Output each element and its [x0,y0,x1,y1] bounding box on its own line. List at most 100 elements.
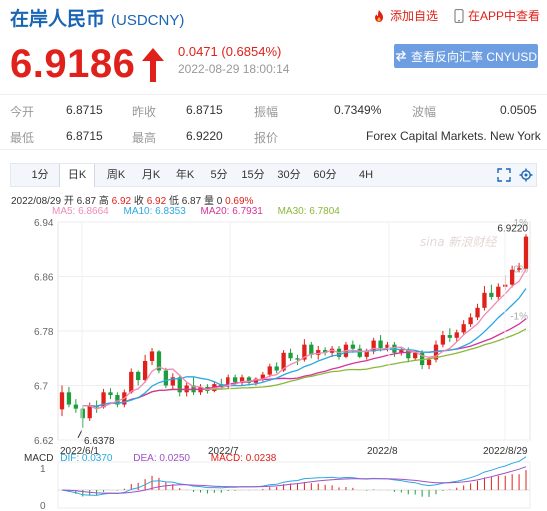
candle-body [447,335,452,338]
tab-60min[interactable]: 60分 [309,164,341,186]
quote-panel: 6.9186 0.0471 (0.6854%) 2022-08-29 18:00… [0,34,547,90]
period-tabs: 1分 日K 周K 月K 年K 5分 15分 30分 60分 4H [10,163,537,187]
min-price-pointer [77,429,83,439]
x-tick-label: 2022/8/29 [483,446,528,457]
view-in-app-button[interactable]: 在APP中查看 [454,7,540,24]
quote-source-label: 报价 [254,131,279,145]
macd-label: MACD [24,453,54,464]
high-label: 最高 [132,131,157,145]
open-value: 6.8715 [66,103,103,117]
candle-body [149,351,155,361]
header: 在岸人民币 (USDCNY) 添加自选 在APP中查看 [0,0,547,34]
candle-body [129,371,134,393]
symbol-code: (USDCNY) [111,12,185,29]
quote-source-value: Forex Capital Markets. New York [366,129,541,143]
sina-watermark: sina 新浪财经 [420,235,498,249]
stats-row: 最低 6.8715 最高 6.9220 报价 Forex Capital Mar… [0,123,547,150]
candle-body [66,392,72,405]
candle-body [413,352,418,359]
tab-weekly-k[interactable]: 周K [99,164,133,186]
tab-15min[interactable]: 15分 [237,164,269,186]
prev-close-label: 昨收 [132,105,157,119]
candle-body [267,366,272,375]
open-label: 今开 [10,105,35,119]
candle-body [80,408,85,419]
candle-body [274,366,279,371]
x-tick-label: 2022/8 [367,446,398,457]
candle-body [461,324,466,333]
fire-icon [375,9,383,22]
y-tick-label: 6.78 [34,327,54,338]
ma20-line [82,318,527,407]
price-change: 0.0471 (0.6854%) [178,44,282,59]
tab-5min[interactable]: 5分 [205,164,233,186]
macd-dif: DIF: 0.0370 [60,453,113,464]
phone-icon [454,8,464,23]
candle-body [142,360,148,381]
candle-body [108,392,113,396]
amplitude-label: 振幅 [254,105,279,119]
candle-body [350,344,356,349]
add-favorite-label: 添加自选 [390,9,439,23]
candle-body [482,292,487,308]
macd-legend: MACD DIF: 0.0370 DEA: 0.0250 MACD: 0.023… [24,453,294,464]
candle-body [163,370,169,386]
candle-body [475,307,480,318]
stats-row: 今开 6.8715 昨收 6.8715 振幅 0.7349% 波幅 0.0505 [0,97,547,124]
page-title: 在岸人民币 (USDCNY) [10,9,185,30]
tab-1min[interactable]: 1分 [25,164,55,186]
tab-yearly-k[interactable]: 年K [169,164,201,186]
candle-body [295,358,300,360]
candle-body [87,405,92,419]
candle-body [59,392,65,410]
y-tick-label: 6.94 [34,218,54,229]
arrow-up-icon [142,48,164,82]
tab-30min[interactable]: 30分 [273,164,305,186]
tab-monthly-k[interactable]: 月K [135,164,167,186]
y-tick-label: 6.86 [34,273,54,284]
current-price: 6.9186 [10,42,136,86]
add-favorite-button[interactable]: 添加自选 [372,7,438,24]
candle-body [378,340,383,349]
candle-body [468,317,473,325]
fullscreen-icon[interactable] [497,168,511,182]
candle-body [426,359,432,366]
candle-body [489,292,494,297]
swap-icon [395,50,406,62]
settings-icon[interactable] [519,168,533,182]
reverse-rate-label: 查看反向汇率 CNYUSD [410,49,537,64]
high-value: 6.9220 [186,129,223,143]
y-tick-label: 6.7 [34,382,48,393]
candle-body [440,335,446,345]
amplitude-value: 0.7349% [334,103,382,117]
candle-body [73,404,78,409]
ohlc-readout: 2022/08/29 开 6.87 高 6.92 收 6.92 低 6.87 量… [11,192,253,207]
macd-dea: DEA: 0.0250 [133,453,190,464]
y-tick-label: 6.62 [34,436,54,447]
percent-tick-label: -1% [510,311,528,322]
candle-body [288,352,293,359]
candle-body [232,377,238,383]
candle-body [510,269,515,285]
prev-close-value: 6.8715 [186,103,223,117]
macd-frame [57,461,531,509]
candle-body [357,348,362,357]
tab-4h[interactable]: 4H [351,164,381,186]
low-value: 6.8715 [66,129,103,143]
max-price-label: 6.9220 [497,223,528,234]
tab-daily-k[interactable]: 日K [59,164,95,187]
low-label: 最低 [10,131,35,145]
stats-table: 今开 6.8715 昨收 6.8715 振幅 0.7349% 波幅 0.0505… [0,94,547,150]
reverse-rate-button[interactable]: 查看反向汇率 CNYUSD [394,44,538,68]
candle-body [516,268,522,270]
macd-tick-label: 0 [40,501,46,511]
candle-body [496,286,501,297]
volatility-value: 0.0505 [500,103,537,117]
volatility-label: 波幅 [412,105,437,119]
kline-chart[interactable]: 6.946.866.786.76.622%1%0%-1%6.92206.6378… [0,212,547,511]
macd-value: MACD: 0.0238 [210,453,277,464]
candle-body [454,332,459,338]
quote-time: 2022-08-29 18:00:14 [178,62,290,76]
candle-body [523,236,529,269]
macd-tick-label: 1 [40,464,46,475]
